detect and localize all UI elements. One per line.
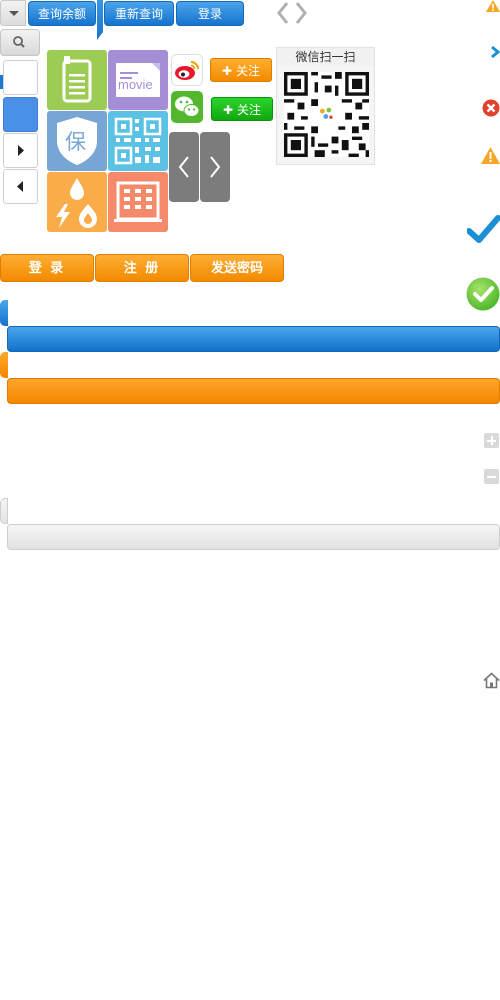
plus-icon: ✚ [222,103,234,117]
weibo-icon[interactable] [171,54,203,86]
building-icon [114,181,162,222]
login-button[interactable]: 登录 [176,1,244,26]
carousel-next-button[interactable] [200,132,230,202]
wechat-follow-label: 关注 [237,103,262,117]
expand-plus-icon[interactable] [484,433,499,448]
wechat-follow-button[interactable]: ✚ 关注 [211,97,273,121]
form-login-button[interactable]: 登 录 [0,254,94,282]
plus-icon: ✚ [221,64,233,78]
side-blue-button[interactable] [3,97,38,132]
carousel-prev-button[interactable] [169,132,199,202]
chevron-right-icon [210,156,221,178]
qr-title: 微信扫一扫 [277,48,374,66]
blue-bar[interactable] [7,326,500,352]
tile-document[interactable] [47,50,107,110]
qrcode-icon [114,117,162,165]
caret-left-icon [17,181,23,192]
weibo-follow-label: 关注 [236,64,261,78]
tile-utilities[interactable] [47,172,107,232]
checkmark-icon [467,215,500,243]
chevron-left-icon [178,156,189,178]
utilities-icon [56,178,97,228]
search-icon [13,36,25,48]
search-button[interactable] [0,29,40,56]
tab-indicator [97,0,103,40]
form-register-button[interactable]: 注 册 [95,254,189,282]
tile-movie[interactable]: movie [108,50,168,110]
check-balance-button[interactable]: 查询余额 [28,1,96,26]
prev-next-chevrons-icon[interactable] [276,0,308,26]
warning-icon [481,147,500,164]
collapse-minus-icon[interactable] [484,469,499,484]
caret-right-icon [18,145,24,156]
orange-bar-cap [0,352,8,378]
document-icon [62,56,92,103]
side-empty-button[interactable] [3,60,38,95]
gray-bar-cap [0,498,8,524]
tile-qrcode[interactable] [108,111,168,171]
qr-code-image [284,72,369,157]
arrow-right-icon[interactable] [490,45,500,59]
wechat-qr-panel: 微信扫一扫 [276,47,375,165]
blue-bar-cap [0,300,8,326]
error-icon [482,99,500,117]
tile-building[interactable] [108,172,168,232]
requery-button[interactable]: 重新查询 [104,1,174,26]
baozhang-char: 保 [65,130,86,154]
wechat-icon[interactable] [171,91,203,123]
side-right-button[interactable] [3,133,38,168]
orange-bar[interactable] [7,378,500,404]
side-active-marker [0,75,3,89]
tile-baozhang[interactable]: 保 [47,111,107,171]
home-icon[interactable] [483,672,500,689]
warning-small-icon [486,0,500,12]
side-left-button[interactable] [3,169,38,204]
success-icon [466,277,500,311]
weibo-follow-button[interactable]: ✚ 关注 [210,58,272,82]
movie-label: movie [118,77,153,92]
gray-bar[interactable] [7,524,500,550]
send-password-button[interactable]: 发送密码 [190,254,284,282]
dropdown-arrow-button[interactable] [0,0,26,26]
